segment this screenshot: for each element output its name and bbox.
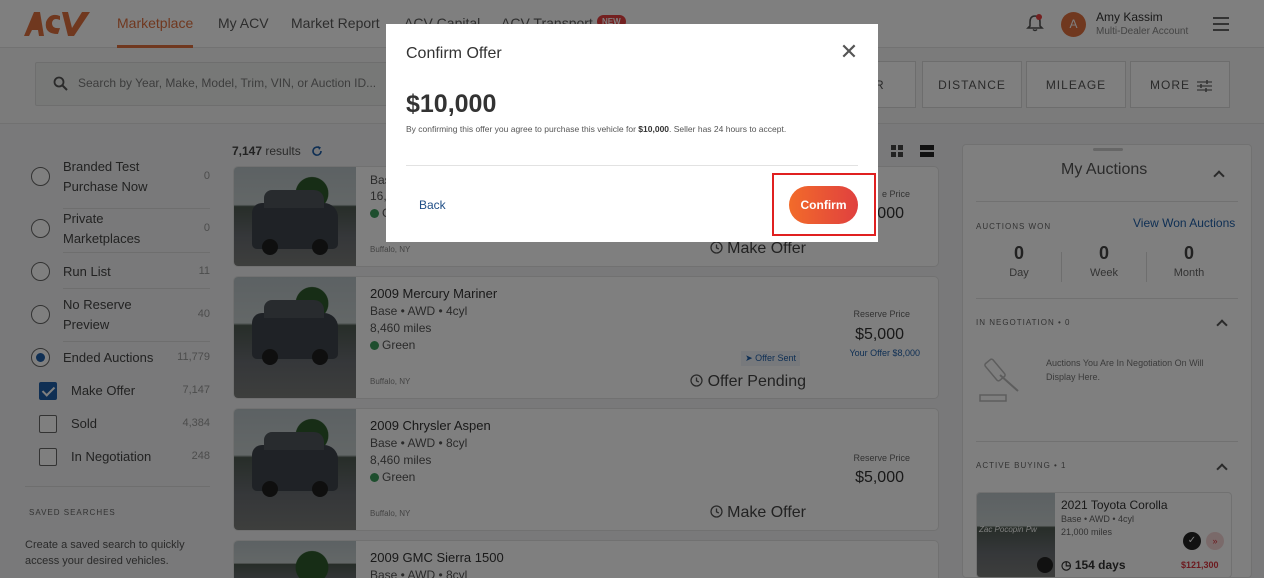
offer-description: By confirming this offer you agree to pu… <box>406 124 787 134</box>
back-button[interactable]: Back <box>419 198 446 212</box>
divider <box>406 165 858 166</box>
confirm-highlight-box <box>772 173 876 236</box>
offer-amount: $10,000 <box>406 90 497 118</box>
modal-title: Confirm Offer <box>406 45 502 62</box>
close-icon[interactable]: ✕ <box>838 41 860 63</box>
